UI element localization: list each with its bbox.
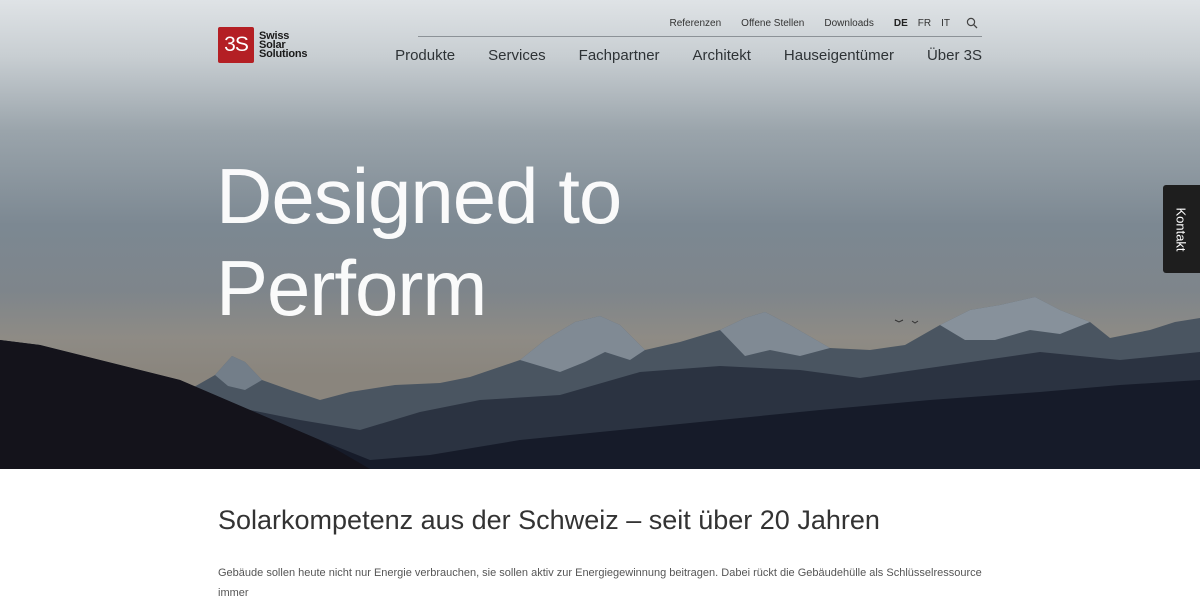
search-icon[interactable] <box>966 17 978 29</box>
company-logo[interactable]: 3S Swiss Solar Solutions <box>218 27 308 63</box>
top-nav-referenzen[interactable]: Referenzen <box>669 18 721 29</box>
main-nav: Produkte Services Fachpartner Architekt … <box>362 47 982 64</box>
main-nav-architekt[interactable]: Architekt <box>693 47 751 64</box>
hero-headline-line-1: Designed to <box>216 152 622 240</box>
main-nav-services[interactable]: Services <box>488 47 546 64</box>
contact-tab-button[interactable]: Kontakt <box>1163 185 1200 273</box>
language-it[interactable]: IT <box>941 18 950 29</box>
top-nav-offene-stellen[interactable]: Offene Stellen <box>741 18 804 29</box>
hero-section: 3S Swiss Solar Solutions Referenzen Offe… <box>0 0 1200 469</box>
main-nav-fachpartner[interactable]: Fachpartner <box>579 47 660 64</box>
language-de[interactable]: DE <box>894 18 908 29</box>
nav-divider <box>418 36 982 37</box>
logo-wordmark: Swiss Solar Solutions <box>259 30 308 60</box>
logo-mark: 3S <box>218 27 254 63</box>
top-utility-nav: Referenzen Offene Stellen Downloads DE F… <box>649 17 978 29</box>
logo-line-3: Solutions <box>259 47 308 60</box>
main-nav-produkte[interactable]: Produkte <box>395 47 455 64</box>
contact-tab-label: Kontakt <box>1174 206 1189 252</box>
main-nav-ueber-3s[interactable]: Über 3S <box>927 47 982 64</box>
hero-headline-line-2: Perform <box>216 244 487 332</box>
top-nav-downloads[interactable]: Downloads <box>824 18 873 29</box>
intro-title: Solarkompetenz aus der Schweiz – seit üb… <box>218 505 880 535</box>
main-nav-hauseigentuemer[interactable]: Hauseigentümer <box>784 47 894 64</box>
intro-text: Gebäude sollen heute nicht nur Energie v… <box>218 567 982 599</box>
hero-headline: Designed to Perform <box>216 150 622 334</box>
language-fr[interactable]: FR <box>918 18 931 29</box>
